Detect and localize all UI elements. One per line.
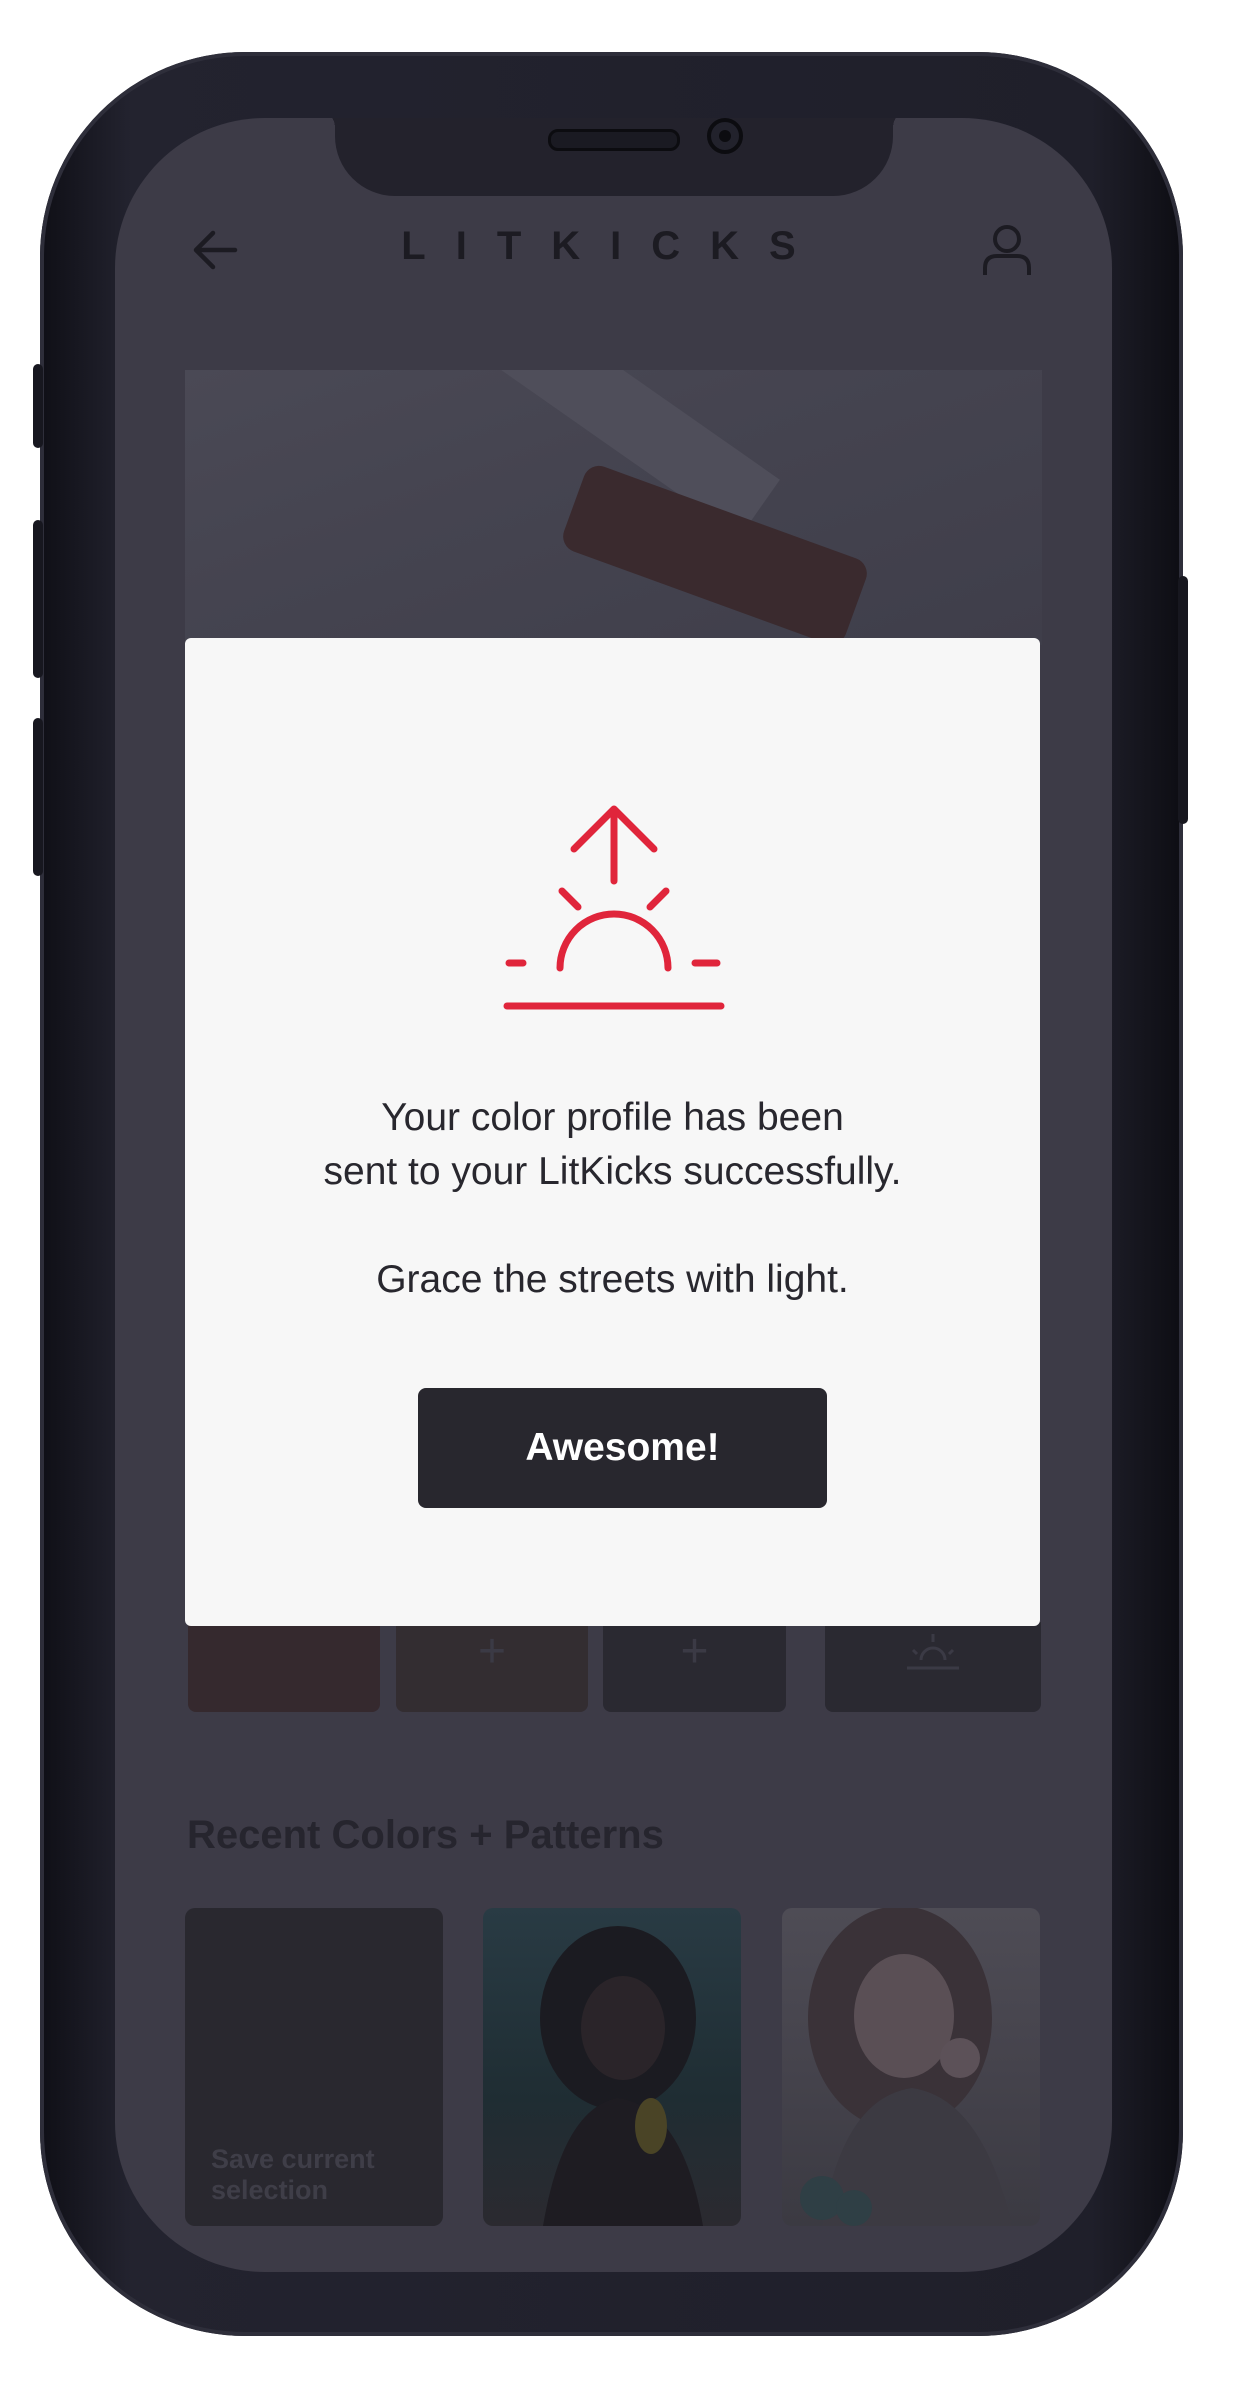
success-message-line2: sent to your LitKicks successfully. (323, 1150, 902, 1193)
silent-switch (33, 364, 43, 448)
sunrise-upload-icon (503, 805, 725, 1010)
success-dialog: Your color profile has been sent to your… (185, 638, 1040, 1626)
volume-up-button (33, 520, 43, 678)
power-button (1178, 576, 1188, 824)
success-message-line3: Grace the streets with light. (376, 1258, 849, 1301)
awesome-button[interactable]: Awesome! (418, 1388, 827, 1508)
success-message-line1: Your color profile has been (381, 1096, 844, 1139)
volume-down-button (33, 718, 43, 876)
